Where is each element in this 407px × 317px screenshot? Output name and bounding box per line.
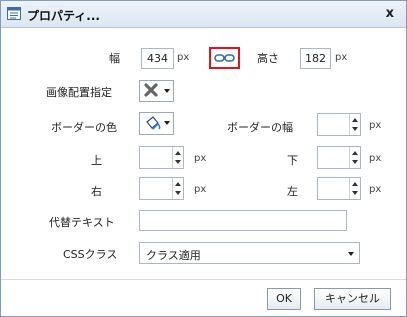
spinner-up-icon[interactable] xyxy=(352,151,358,155)
margin-left-spinner[interactable] xyxy=(317,177,361,200)
placement-label: 画像配置指定 xyxy=(46,86,112,99)
margin-bottom-label: 下 xyxy=(287,154,298,167)
border-color-label: ボーダーの色 xyxy=(51,121,117,134)
paint-bucket-icon xyxy=(146,116,161,130)
title-bar: プロパティ... x xyxy=(1,1,406,28)
css-class-label: CSSクラス xyxy=(63,248,118,261)
chevron-down-icon xyxy=(164,121,170,125)
properties-icon xyxy=(7,7,21,20)
ok-button[interactable]: OK xyxy=(267,288,301,310)
placement-dropdown[interactable] xyxy=(139,80,174,102)
margin-left-label: 左 xyxy=(287,185,298,198)
spinner-down-icon[interactable] xyxy=(352,127,358,131)
spinner-arrows[interactable] xyxy=(172,147,183,168)
chevron-down-icon xyxy=(164,89,170,93)
spinner-down-icon[interactable] xyxy=(175,160,181,164)
margin-left-unit: px xyxy=(369,184,382,195)
dialog-title: プロパティ... xyxy=(27,9,100,23)
chevron-down-icon xyxy=(348,252,354,256)
cancel-button[interactable]: キャンセル xyxy=(314,288,391,310)
border-width-spinner[interactable] xyxy=(317,113,361,136)
spinner-up-icon[interactable] xyxy=(352,182,358,186)
margin-top-label: 上 xyxy=(91,154,102,167)
border-width-label: ボーダーの幅 xyxy=(227,121,293,134)
spinner-arrows[interactable] xyxy=(349,114,360,135)
width-input[interactable]: 434 xyxy=(141,48,174,69)
close-button[interactable]: x xyxy=(386,6,394,21)
css-class-select[interactable]: クラス適用 xyxy=(139,242,360,264)
margin-top-spinner[interactable] xyxy=(139,146,184,169)
spinner-up-icon[interactable] xyxy=(352,118,358,122)
border-width-unit: px xyxy=(369,120,382,131)
margin-right-label: 右 xyxy=(91,185,102,198)
border-color-picker[interactable] xyxy=(139,112,174,135)
spinner-arrows[interactable] xyxy=(349,178,360,199)
spinner-up-icon[interactable] xyxy=(175,182,181,186)
spinner-down-icon[interactable] xyxy=(175,191,181,195)
width-label: 幅 xyxy=(109,52,120,65)
margin-right-spinner[interactable] xyxy=(139,177,184,200)
height-label: 高さ xyxy=(257,52,279,65)
spinner-up-icon[interactable] xyxy=(175,151,181,155)
spinner-down-icon[interactable] xyxy=(352,160,358,164)
aspect-lock-button[interactable] xyxy=(209,47,240,69)
height-input[interactable]: 182 xyxy=(300,48,331,69)
margin-right-unit: px xyxy=(194,184,207,195)
alt-text-input[interactable] xyxy=(139,210,347,231)
alt-text-label: 代替テキスト xyxy=(49,216,115,229)
height-unit: px xyxy=(335,52,348,63)
spinner-arrows[interactable] xyxy=(172,178,183,199)
margin-top-unit: px xyxy=(194,153,207,164)
css-class-value: クラス適用 xyxy=(146,249,201,262)
no-placement-x-icon xyxy=(144,83,158,97)
properties-dialog: プロパティ... x 幅 434 px 高さ 182 px 画像配置指定 ボーダ… xyxy=(0,0,407,317)
margin-bottom-unit: px xyxy=(369,153,382,164)
divider xyxy=(1,279,406,280)
spinner-arrows[interactable] xyxy=(349,147,360,168)
margin-bottom-spinner[interactable] xyxy=(317,146,361,169)
link-lock-icon xyxy=(214,54,235,62)
width-unit: px xyxy=(177,52,190,63)
spinner-down-icon[interactable] xyxy=(352,191,358,195)
